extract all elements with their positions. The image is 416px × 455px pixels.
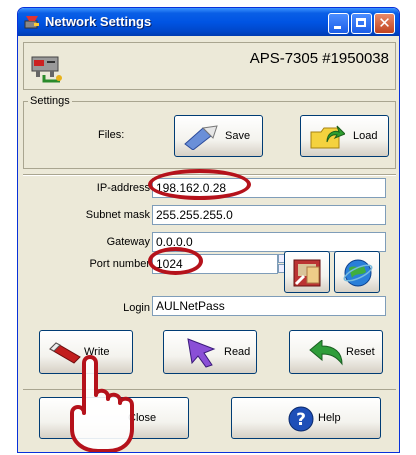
read-arrow-icon	[187, 338, 216, 368]
subnet-mask-field[interactable]: 255.255.255.0	[152, 205, 386, 225]
help-button[interactable]: ? Help	[231, 397, 381, 439]
read-button-label: Read	[224, 346, 251, 358]
maximize-button[interactable]	[351, 13, 372, 34]
minimize-button[interactable]	[328, 13, 349, 34]
ip-address-label: IP-address	[96, 182, 150, 194]
network-settings-window: Network Settings ✕ APS-7305 #1950038 Set…	[17, 7, 400, 453]
login-field[interactable]: AULNetPass	[152, 296, 386, 316]
internet-browser-button[interactable]	[334, 251, 380, 293]
settings-group: Settings Files: Save Load	[23, 95, 396, 169]
port-number-highlight-ring	[148, 247, 203, 275]
gateway-label: Gateway	[106, 236, 150, 248]
close-icon: ✕	[378, 14, 391, 32]
help-icon: ?	[288, 406, 314, 432]
subnet-mask-label: Subnet mask	[85, 209, 150, 221]
settings-group-legend: Settings	[28, 95, 72, 107]
globe-icon	[343, 259, 373, 287]
svg-text:?: ?	[296, 410, 306, 430]
network-tool-button[interactable]	[284, 251, 330, 293]
save-button[interactable]: Save	[174, 115, 263, 157]
load-button-label: Load	[353, 130, 378, 142]
close-window-button[interactable]: ✕	[374, 13, 395, 34]
load-button[interactable]: Load	[300, 115, 389, 157]
network-tool-icon	[293, 259, 321, 287]
window-title: Network Settings	[45, 14, 152, 29]
device-header: APS-7305 #1950038	[23, 42, 396, 90]
network-device-icon	[31, 56, 62, 83]
help-button-label: Help	[318, 412, 341, 424]
ip-address-highlight-ring	[148, 169, 251, 200]
undo-arrow-icon	[309, 340, 343, 366]
title-bar[interactable]: Network Settings ✕	[18, 8, 399, 36]
save-icon	[184, 125, 218, 150]
files-label: Files:	[98, 129, 125, 141]
reset-button[interactable]: Reset	[289, 330, 383, 374]
read-button[interactable]: Read	[163, 330, 257, 374]
port-number-label: Port number	[89, 258, 150, 270]
hand-cursor-icon	[70, 355, 134, 452]
save-button-label: Save	[225, 130, 251, 142]
device-name-label: APS-7305 #1950038	[249, 50, 389, 67]
login-label: Login	[123, 302, 150, 314]
reset-button-label: Reset	[346, 346, 375, 358]
network-settings-app-icon	[24, 16, 39, 29]
load-folder-icon	[310, 125, 345, 149]
